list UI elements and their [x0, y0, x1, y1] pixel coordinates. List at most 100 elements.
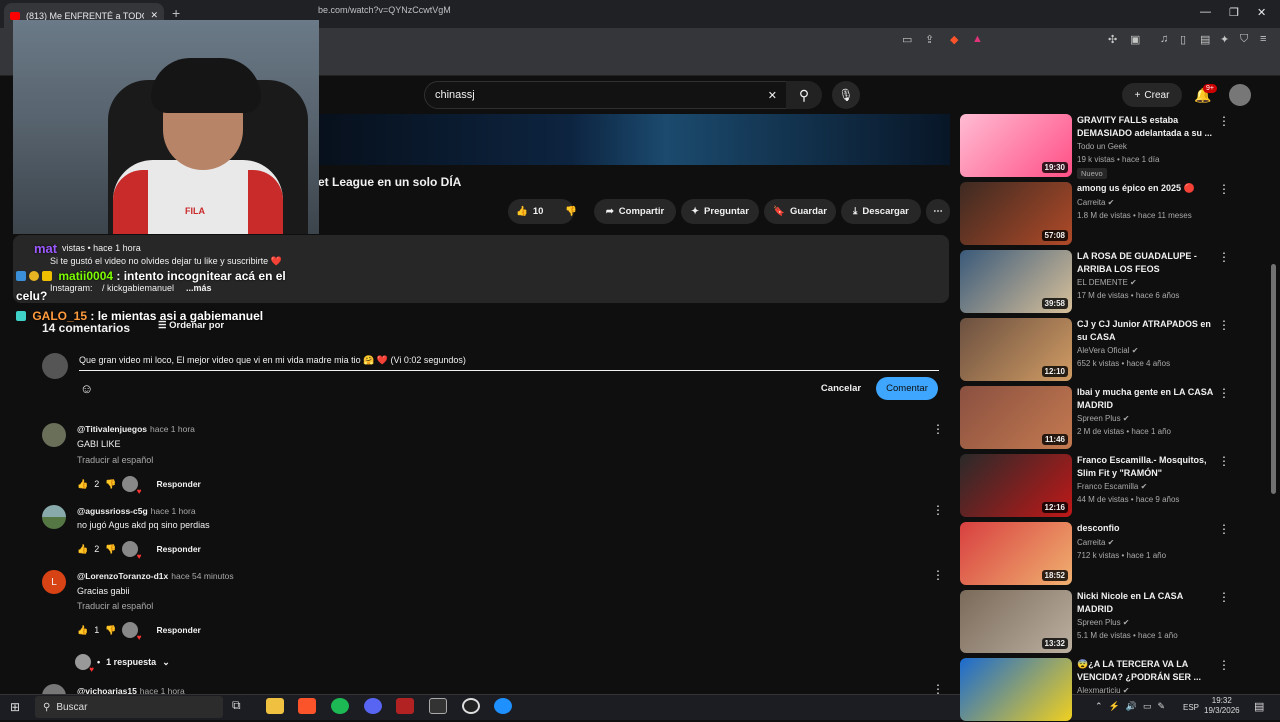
commenter-avatar[interactable]	[42, 505, 66, 529]
extensions-icon[interactable]: ✣	[1108, 33, 1117, 46]
thumbs-up-icon[interactable]: 👍	[77, 544, 88, 555]
channel-name[interactable]: Todo un Geek	[1077, 142, 1127, 151]
obs-icon[interactable]	[462, 698, 480, 714]
restore-icon[interactable]: ❐	[1229, 6, 1239, 19]
thumbs-down-icon[interactable]: 👎	[105, 625, 116, 636]
recommended-video[interactable]: 12:10 CJ y CJ Junior ATRAPADOS en su CASA…	[960, 318, 1260, 382]
channel-name[interactable]: AleVera Oficial ✔	[1077, 346, 1138, 355]
voice-search-button[interactable]: 🎙	[832, 81, 860, 109]
close-window-icon[interactable]: ✕	[1257, 6, 1266, 19]
video-thumbnail[interactable]	[960, 658, 1072, 721]
menu-icon[interactable]: ≡	[1260, 33, 1266, 45]
leo-icon[interactable]: ✦	[1220, 33, 1229, 46]
dislike-button[interactable]: 👎	[556, 199, 586, 224]
channel-name[interactable]: Carreita ✔	[1077, 198, 1114, 207]
comment-menu-icon[interactable]: ⋮	[932, 568, 944, 582]
video-thumbnail[interactable]: 11:46	[960, 386, 1072, 449]
recommended-title[interactable]: Ibai y mucha gente en LA CASA MADRID	[1077, 386, 1217, 411]
windows-start-icon[interactable]: ⊞	[10, 700, 20, 714]
recommended-video[interactable]: 39:58 LA ROSA DE GUADALUPE - ARRIBA LOS F…	[960, 250, 1260, 314]
video-thumbnail[interactable]: 39:58	[960, 250, 1072, 313]
video-thumbnail[interactable]: 57:08	[960, 182, 1072, 245]
view-replies-button[interactable]: • 1 respuesta ⌄	[75, 654, 170, 674]
video-thumbnail[interactable]: 19:30	[960, 114, 1072, 177]
recommended-title[interactable]: Nicki Nicole en LA CASA MADRID	[1077, 590, 1217, 615]
video-menu-icon[interactable]: ⋮	[1218, 114, 1230, 128]
scrollbar[interactable]	[1271, 264, 1276, 494]
sidebar-icon[interactable]: ▯	[1180, 33, 1186, 46]
app-icon[interactable]	[494, 698, 512, 714]
voicemeeter-icon[interactable]	[396, 698, 414, 714]
spotify-icon[interactable]	[331, 698, 349, 714]
more-actions-button[interactable]: ⋯	[926, 199, 950, 224]
video-menu-icon[interactable]: ⋮	[1218, 318, 1230, 332]
comment-author[interactable]: @Titivalenjuegos hace 1 hora	[77, 424, 195, 434]
comment-username[interactable]: @LorenzoToranzo-d1x	[77, 571, 168, 581]
recommended-title[interactable]: CJ y CJ Junior ATRAPADOS en su CASA	[1077, 318, 1217, 343]
recommended-title[interactable]: LA ROSA DE GUADALUPE - ARRIBA LOS FEOS	[1077, 250, 1217, 275]
share-icon[interactable]: ⇪	[925, 33, 934, 46]
channel-name[interactable]: Spreen Plus ✔	[1077, 414, 1130, 423]
channel-name[interactable]: Alexmarticiu ✔	[1077, 686, 1130, 695]
ask-button[interactable]: ✦ Preguntar	[681, 199, 759, 224]
share-button[interactable]: ➦ Compartir	[594, 199, 676, 224]
video-thumbnail[interactable]: 18:52	[960, 522, 1072, 585]
comment-menu-icon[interactable]: ⋮	[932, 422, 944, 436]
new-tab-icon[interactable]: +	[172, 5, 180, 21]
screenshot-icon[interactable]: ▣	[1130, 33, 1140, 46]
comment-submit-button[interactable]: Comentar	[876, 377, 938, 400]
sort-button[interactable]: ☰ Ordenar por	[158, 320, 224, 331]
recommended-video[interactable]: 😨¿A LA TERCERA VA LA VENCIDA? ¿PODRÁN SE…	[960, 658, 1260, 722]
comment-author[interactable]: @agussrioss-c5g hace 1 hora	[77, 506, 196, 516]
recommended-title[interactable]: GRAVITY FALLS estaba DEMASIADO adelantad…	[1077, 114, 1217, 139]
video-thumbnail[interactable]: 13:32	[960, 590, 1072, 653]
vpn-icon[interactable]: ⛉	[1240, 33, 1248, 46]
recommended-video[interactable]: 18:52 desconfio Carreita ✔ 712 k vistas • h…	[960, 522, 1260, 586]
channel-name[interactable]: Carreita ✔	[1077, 538, 1114, 547]
video-menu-icon[interactable]: ⋮	[1218, 250, 1230, 264]
comment-author[interactable]: @LorenzoToranzo-d1x hace 54 minutos	[77, 571, 234, 581]
channel-name[interactable]: Franco Escamilla ✔	[1077, 482, 1147, 491]
minimize-icon[interactable]: —	[1200, 6, 1211, 18]
thumbs-up-icon[interactable]: 👍	[77, 479, 88, 490]
thumbs-up-icon[interactable]: 👍	[77, 625, 88, 636]
thumbs-down-icon[interactable]: 👎	[105, 479, 116, 490]
account-avatar[interactable]	[1229, 84, 1251, 106]
recommended-video[interactable]: 12:16 Franco Escamilla.- Mosquitos, Slim …	[960, 454, 1260, 518]
file-explorer-icon[interactable]	[266, 698, 284, 714]
video-thumbnail[interactable]: 12:10	[960, 318, 1072, 381]
video-player[interactable]	[318, 114, 950, 165]
comment-time[interactable]: hace 1 hora	[150, 424, 195, 434]
video-menu-icon[interactable]: ⋮	[1218, 386, 1230, 400]
media-icon[interactable]: ♫	[1160, 33, 1168, 45]
comment-time[interactable]: hace 1 hora	[151, 506, 196, 516]
video-menu-icon[interactable]: ⋮	[1218, 590, 1230, 604]
reply-button[interactable]: Responder	[156, 479, 200, 489]
recommended-title[interactable]: 😨¿A LA TERCERA VA LA VENCIDA? ¿PODRÁN SE…	[1077, 658, 1217, 683]
video-menu-icon[interactable]: ⋮	[1218, 658, 1230, 672]
wallet-icon[interactable]: ▤	[1200, 33, 1210, 46]
recommended-title[interactable]: Franco Escamilla.- Mosquitos, Slim Fit y…	[1077, 454, 1217, 479]
reply-button[interactable]: Responder	[156, 544, 200, 554]
translate-link[interactable]: Traducir al español	[77, 601, 153, 611]
recommended-title[interactable]: desconfio	[1077, 522, 1217, 535]
video-thumbnail[interactable]: 12:16	[960, 454, 1072, 517]
download-button[interactable]: ⤓ Descargar	[841, 199, 921, 224]
comment-username[interactable]: @agussrioss-c5g	[77, 506, 148, 516]
comment-input[interactable]: Que gran video mi loco, El mejor video q…	[79, 353, 939, 371]
translate-link[interactable]: Traducir al español	[77, 455, 153, 465]
video-menu-icon[interactable]: ⋮	[1218, 454, 1230, 468]
video-menu-icon[interactable]: ⋮	[1218, 182, 1230, 196]
emoji-picker-icon[interactable]: ☺	[80, 381, 93, 396]
recommended-video[interactable]: 11:46 Ibai y mucha gente en LA CASA MADRI…	[960, 386, 1260, 450]
create-button[interactable]: + Crear	[1122, 83, 1182, 107]
brave-browser-icon[interactable]	[298, 698, 316, 714]
discord-icon[interactable]	[364, 698, 382, 714]
video-menu-icon[interactable]: ⋮	[1218, 522, 1230, 536]
commenter-avatar[interactable]: L	[42, 570, 66, 594]
comment-time[interactable]: hace 54 minutos	[171, 571, 233, 581]
app-icon[interactable]	[429, 698, 447, 714]
brave-shield-icon[interactable]: ◆	[950, 33, 958, 46]
comment-menu-icon[interactable]: ⋮	[932, 503, 944, 517]
recommended-video[interactable]: 13:32 Nicki Nicole en LA CASA MADRID Spree…	[960, 590, 1260, 654]
